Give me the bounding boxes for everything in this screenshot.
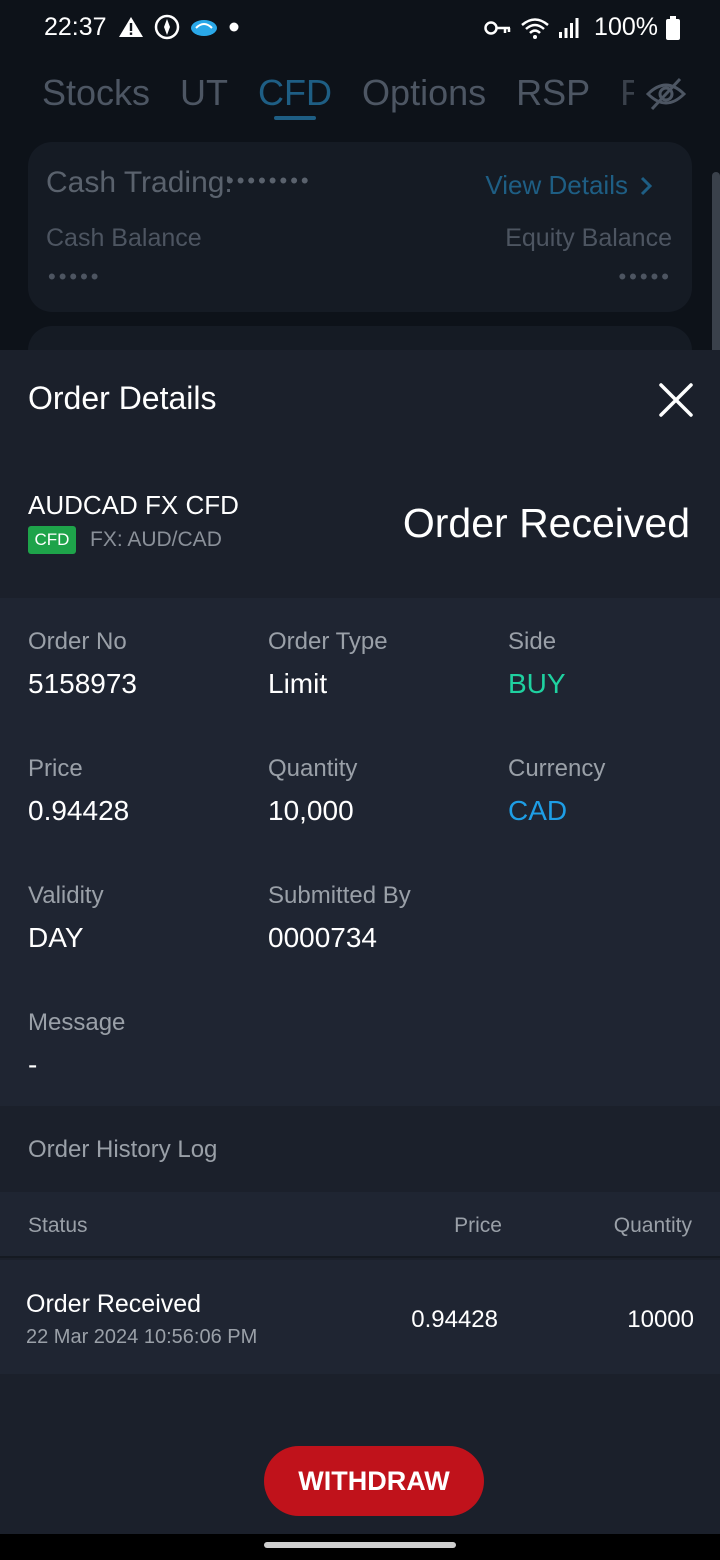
tab-rsp: RSP [516,72,591,113]
field-order-no: Order No 5158973 [28,628,137,700]
instrument-name: AUDCAD FX CFD [28,490,239,520]
validity-label: Validity [28,882,104,909]
tab-options: Options [362,72,487,113]
history-quantity: 10000 [627,1306,694,1333]
tab-truncated: F [620,72,635,113]
dot-icon [229,22,239,32]
col-status: Status [28,1214,88,1237]
order-type-value: Limit [268,668,328,699]
hide-balance-eye-icon [646,77,686,111]
table-row: Order Received 22 Mar 2024 10:56:06 PM 0… [0,1260,720,1374]
cloud-app-icon [191,20,217,36]
currency-label: Currency [508,755,606,782]
field-order-type: Order Type Limit [268,628,388,700]
currency-value: CAD [508,795,568,826]
home-indicator[interactable] [264,1542,456,1548]
notification-icons [118,14,240,40]
masked-account-number: •••••••• [226,168,312,193]
system-icons: 100% [484,13,680,42]
sheet-title: Order Details [28,380,217,416]
view-details-label: View Details [485,170,628,200]
withdraw-button[interactable]: WITHDRAW [264,1446,484,1516]
key-icon [484,20,511,35]
col-price: Price [454,1214,502,1237]
cash-balance-label: Cash Balance [46,224,202,252]
quantity-value: 10,000 [268,795,354,826]
signal-icon [559,17,579,38]
fx-pair: FX: AUD/CAD [90,528,222,551]
price-label: Price [28,755,83,782]
order-no-label: Order No [28,628,127,655]
wifi-icon [521,17,549,39]
tab-stocks: Stocks [42,72,151,113]
cash-trading-title: Cash Trading: [46,166,233,199]
warning-icon [119,17,143,37]
battery-percent: 100% [594,13,658,41]
order-fields-panel: Order No 5158973 Order Type Limit Side B… [0,598,720,1106]
col-quantity: Quantity [613,1214,692,1237]
status-bar: 22:37 100% [0,0,720,56]
equity-balance-masked: ••••• [618,264,672,289]
field-currency: Currency CAD [508,755,605,827]
field-validity: Validity DAY [28,882,104,954]
history-price: 0.94428 [411,1306,498,1333]
compass-icon [154,14,180,40]
status-time: 22:37 [44,13,107,41]
close-icon[interactable] [656,380,696,420]
side-value: BUY [508,668,566,699]
validity-value: DAY [28,922,84,953]
field-price: Price 0.94428 [28,755,129,827]
cash-balance-masked: ••••• [48,264,102,289]
battery-icon [666,15,680,40]
history-status: Order Received [26,1290,202,1318]
field-message: Message - [28,1009,125,1081]
side-label: Side [508,628,557,655]
submitted-by-value: 0000734 [268,922,378,953]
field-side: Side BUY [508,628,566,700]
order-history-title: Order History Log [28,1136,218,1163]
market-tabs: Stocks UT CFD Options RSP F [42,72,635,120]
tab-cfd: CFD [258,72,333,120]
view-details-link: View Details [485,170,652,201]
field-submitted-by: Submitted By 0000734 [268,882,411,954]
history-timestamp: 22 Mar 2024 10:56:06 PM [26,1326,258,1348]
quantity-label: Quantity [268,755,358,782]
message-value: - [28,1049,38,1080]
system-nav-bar [0,1534,720,1560]
message-label: Message [28,1009,126,1036]
background-portfolio-screen: Stocks UT CFD Options RSP F Cash Trading… [0,56,720,366]
equity-balance-label: Equity Balance [505,224,672,252]
order-status: Order Received [402,500,690,546]
chevron-right-icon [640,176,652,195]
order-type-label: Order Type [268,628,388,655]
tab-ut: UT [180,72,229,113]
submitted-by-label: Submitted By [268,882,411,909]
price-value: 0.94428 [28,795,130,826]
order-details-sheet: Order Details AUDCAD FX CFD CFD FX: AUD/… [0,350,720,1560]
cfd-badge: CFD [28,526,76,554]
history-table-header: Status Price Quantity [0,1192,720,1258]
cash-trading-card: Cash Trading: •••••••• View Details Cash… [28,142,692,312]
field-quantity: Quantity 10,000 [268,755,357,827]
order-no-value: 5158973 [28,668,138,699]
